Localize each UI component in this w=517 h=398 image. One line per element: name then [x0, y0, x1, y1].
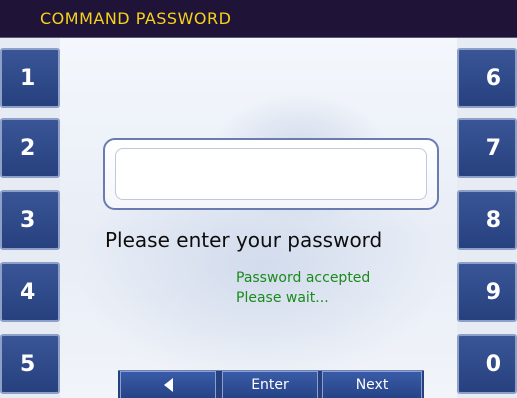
left-arrow-icon [163, 378, 173, 392]
window-title: COMMAND PASSWORD [40, 9, 232, 28]
password-field[interactable] [103, 138, 439, 210]
status-line-accepted: Password accepted [236, 270, 371, 286]
status-line-wait: Please wait... [236, 290, 329, 306]
key-1[interactable]: 1 [0, 48, 60, 108]
key-7[interactable]: 7 [457, 118, 517, 178]
status-message: Password accepted Please wait... [236, 268, 370, 308]
key-6[interactable]: 6 [457, 48, 517, 108]
keypad-right: 6 7 8 9 0 [457, 38, 517, 398]
keypad-left: 1 2 3 4 5 [0, 38, 60, 398]
key-4[interactable]: 4 [0, 262, 60, 322]
title-bar: COMMAND PASSWORD [0, 0, 517, 38]
background-dial-image [0, 38, 517, 398]
key-2[interactable]: 2 [0, 118, 60, 178]
password-prompt: Please enter your password [105, 228, 383, 252]
enter-button[interactable]: Enter [222, 371, 318, 398]
back-button[interactable] [120, 371, 216, 398]
password-input[interactable] [115, 148, 427, 200]
key-0[interactable]: 0 [457, 334, 517, 394]
navigation-bar: Enter Next [118, 370, 424, 398]
key-3[interactable]: 3 [0, 190, 60, 250]
command-password-screen: COMMAND PASSWORD 1 2 3 4 5 6 7 8 9 0 Ple… [0, 0, 517, 398]
key-8[interactable]: 8 [457, 190, 517, 250]
key-5[interactable]: 5 [0, 334, 60, 394]
next-button[interactable]: Next [322, 371, 422, 398]
key-9[interactable]: 9 [457, 262, 517, 322]
